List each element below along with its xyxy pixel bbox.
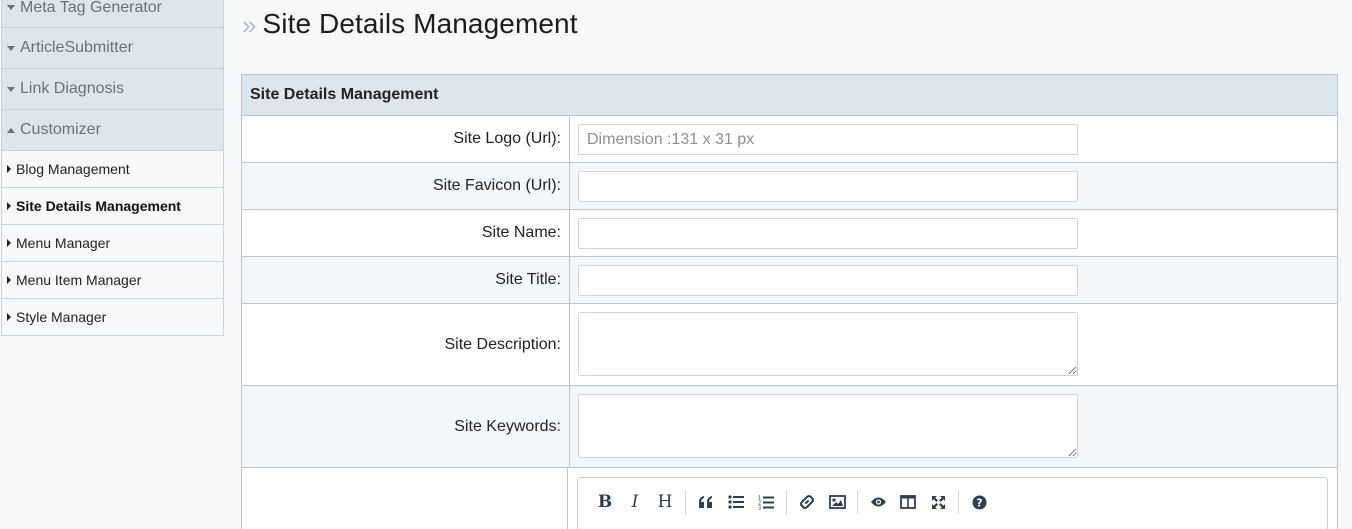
chevron-up-icon [7, 127, 15, 133]
form-row-site-title: Site Title: [242, 257, 1337, 304]
sidebar-section-label: Link Diagnosis [20, 80, 125, 97]
preview-icon[interactable] [863, 487, 893, 517]
help-icon[interactable]: ? [964, 487, 994, 517]
editor-toolbar: B I H 123 ? [577, 477, 1328, 529]
svg-text:?: ? [976, 496, 982, 509]
sidebar-section-label: Customizer [20, 121, 101, 138]
heading-icon[interactable]: H [650, 487, 680, 517]
sidebar-section-label: Meta Tag Generator [20, 0, 163, 16]
site-keywords-label: Site Keywords: [242, 386, 570, 467]
site-description-label: Site Description: [242, 304, 570, 385]
svg-text:3: 3 [758, 505, 761, 510]
chevron-down-icon [7, 5, 15, 10]
sidebar-section-article-submitter[interactable]: ArticleSubmitter [1, 28, 224, 69]
page-header: » Site Details Management [242, 8, 578, 40]
toolbar-separator [786, 490, 787, 514]
sidebar-item-label: Menu Manager [16, 235, 111, 251]
sidebar-item-label: Style Manager [16, 309, 107, 325]
sidebar-item-menu-manager[interactable]: Menu Manager [1, 225, 224, 262]
bold-glyph: B [597, 492, 613, 512]
caret-right-icon [7, 202, 11, 210]
sidebar-item-label: Site Details Management [16, 198, 181, 214]
site-logo-input[interactable] [578, 124, 1078, 155]
form-row-site-logo: Site Logo (Url): [242, 116, 1337, 163]
italic-icon[interactable]: I [620, 487, 650, 517]
sidebar-item-blog-management[interactable]: Blog Management [1, 151, 224, 188]
site-details-form: Site Details Management Site Logo (Url):… [241, 74, 1338, 529]
toolbar-separator [857, 490, 858, 514]
sidebar-item-label: Menu Item Manager [16, 272, 142, 288]
site-favicon-input[interactable] [578, 171, 1078, 202]
sidebar-item-label: Blog Management [16, 161, 130, 177]
sidebar: Meta Tag Generator ArticleSubmitter Link… [1, 0, 224, 336]
sidebar-item-menu-item-manager[interactable]: Menu Item Manager [1, 262, 224, 299]
site-keywords-textarea[interactable] [578, 394, 1078, 458]
toolbar-separator [685, 490, 686, 514]
sidebar-item-style-manager[interactable]: Style Manager [1, 299, 224, 336]
side-by-side-icon[interactable] [893, 487, 923, 517]
caret-right-icon [7, 276, 11, 284]
heading-glyph: H [657, 492, 673, 512]
site-name-label: Site Name: [242, 210, 570, 256]
panel-title: Site Details Management [242, 75, 1337, 116]
site-title-label: Site Title: [242, 257, 570, 303]
form-row-editor: B I H 123 ? [242, 468, 1337, 529]
unordered-list-icon[interactable] [721, 487, 751, 517]
site-logo-label: Site Logo (Url): [242, 116, 570, 162]
caret-right-icon [7, 239, 11, 247]
sidebar-section-meta-tag-generator[interactable]: Meta Tag Generator [1, 0, 224, 28]
caret-right-icon [7, 313, 11, 321]
site-favicon-label: Site Favicon (Url): [242, 163, 570, 209]
sidebar-section-customizer[interactable]: Customizer [1, 110, 224, 151]
caret-right-icon [7, 165, 11, 173]
fullscreen-icon[interactable] [923, 487, 953, 517]
toolbar-separator [958, 490, 959, 514]
editor-label [242, 468, 568, 529]
form-row-site-name: Site Name: [242, 210, 1337, 257]
bold-icon[interactable]: B [590, 487, 620, 517]
image-icon[interactable] [822, 487, 852, 517]
link-icon[interactable] [792, 487, 822, 517]
sidebar-item-site-details-management[interactable]: Site Details Management [1, 188, 224, 225]
site-description-textarea[interactable] [578, 312, 1078, 376]
site-name-input[interactable] [578, 218, 1078, 249]
chevron-down-icon [7, 45, 15, 51]
form-row-site-description: Site Description: [242, 304, 1337, 386]
chevron-down-icon [7, 86, 15, 92]
customizer-submenu: Blog Management Site Details Management … [1, 151, 224, 336]
sidebar-section-link-diagnosis[interactable]: Link Diagnosis [1, 69, 224, 110]
site-title-input[interactable] [578, 265, 1078, 296]
double-chevron-right-icon: » [242, 10, 257, 40]
form-row-site-keywords: Site Keywords: [242, 386, 1337, 468]
sidebar-section-label: ArticleSubmitter [20, 39, 133, 56]
italic-glyph: I [631, 492, 639, 512]
quote-icon[interactable] [691, 487, 721, 517]
page-title: Site Details Management [262, 8, 578, 39]
ordered-list-icon[interactable]: 123 [751, 487, 781, 517]
form-row-site-favicon: Site Favicon (Url): [242, 163, 1337, 210]
